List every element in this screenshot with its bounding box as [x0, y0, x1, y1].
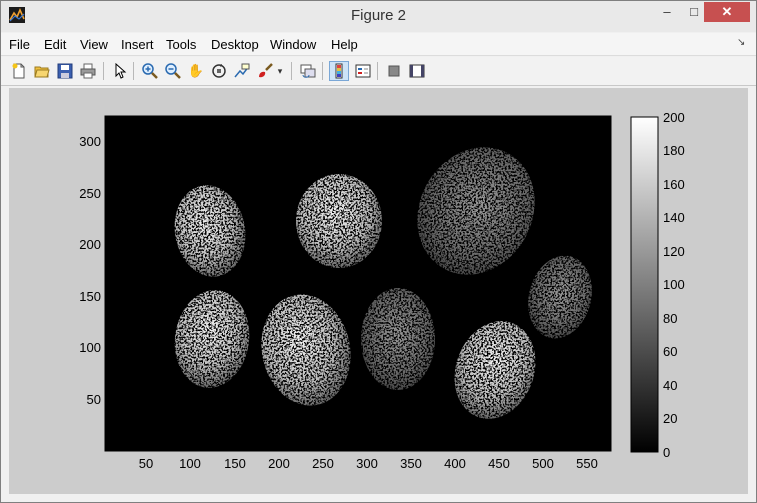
figure-window: Figure 2 – □ ✕ File Edit View Insert Too… [0, 0, 757, 503]
x-tick-label: 350 [400, 456, 422, 471]
minimize-button[interactable]: – [654, 2, 680, 22]
open-file-icon[interactable] [32, 61, 52, 81]
window-title: Figure 2 [350, 7, 407, 24]
colorbar-toggle-icon[interactable] [329, 61, 349, 81]
print-icon[interactable] [78, 61, 98, 81]
x-tick-label: 250 [312, 456, 334, 471]
colorbar-tick-label: 200 [663, 110, 685, 125]
y-tick-label: 250 [79, 186, 101, 201]
close-button[interactable]: ✕ [704, 2, 750, 22]
data-cursor-icon[interactable] [232, 61, 252, 81]
x-tick-label: 400 [444, 456, 466, 471]
colorbar-tick-label: 80 [663, 311, 677, 326]
save-icon[interactable] [55, 61, 75, 81]
zoom-out-icon[interactable] [163, 61, 183, 81]
grain-blob [296, 174, 382, 268]
figure-canvas: 50 100 150 200 250 300 350 400 450 500 5… [9, 88, 748, 494]
x-tick-label: 150 [224, 456, 246, 471]
colorbar-tick-label: 60 [663, 344, 677, 359]
dock-arrow-icon[interactable]: ↘ [737, 37, 745, 48]
x-tick-label: 50 [139, 456, 153, 471]
x-axis: 50 100 150 200 250 300 350 400 450 500 5… [139, 456, 598, 471]
new-figure-icon[interactable] [9, 61, 29, 81]
y-tick-label: 200 [79, 237, 101, 252]
menu-tools[interactable]: Tools [166, 37, 196, 52]
colorbar-tick-label: 40 [663, 378, 677, 393]
rotate-3d-icon[interactable] [209, 61, 229, 81]
toolbar-separator [291, 62, 292, 80]
colorbar-tick-label: 100 [663, 277, 685, 292]
menu-help[interactable]: Help [331, 37, 358, 52]
colorbar-tick-label: 160 [663, 177, 685, 192]
menu-bar: File Edit View Insert Tools Desktop Wind… [1, 33, 756, 56]
colorbar[interactable]: 200 180 160 140 120 100 80 60 40 20 0 [630, 110, 685, 460]
legend-toggle-icon[interactable] [353, 61, 373, 81]
hide-plot-tools-icon[interactable] [384, 61, 404, 81]
y-axis: 300 250 200 150 100 50 [79, 134, 101, 407]
toolbar-separator [377, 62, 378, 80]
zoom-in-icon[interactable] [140, 61, 160, 81]
grain-blob [361, 288, 435, 390]
brush-icon[interactable] [255, 61, 275, 81]
y-tick-label: 100 [79, 340, 101, 355]
x-tick-label: 300 [356, 456, 378, 471]
menu-insert[interactable]: Insert [121, 37, 154, 52]
title-bar[interactable]: Figure 2 – □ ✕ [1, 1, 756, 32]
toolbar-separator [322, 62, 323, 80]
plot-area: 50 100 150 200 250 300 350 400 450 500 5… [79, 110, 685, 471]
x-tick-label: 500 [532, 456, 554, 471]
toolbar-separator [103, 62, 104, 80]
pan-hand-icon[interactable]: ✋ [186, 61, 206, 81]
x-tick-label: 550 [576, 456, 598, 471]
figure-toolbar: ✋ ▾ [1, 57, 756, 86]
menu-file[interactable]: File [9, 37, 30, 52]
x-tick-label: 450 [488, 456, 510, 471]
toolbar-separator [133, 62, 134, 80]
colorbar-tick-label: 0 [663, 445, 670, 460]
menu-view[interactable]: View [80, 37, 108, 52]
x-tick-label: 100 [179, 456, 201, 471]
colorbar-tick-label: 20 [663, 411, 677, 426]
menu-window[interactable]: Window [270, 37, 316, 52]
brush-dropdown-icon[interactable]: ▾ [275, 61, 285, 81]
edit-plot-arrow-icon[interactable] [110, 61, 130, 81]
y-tick-label: 150 [79, 289, 101, 304]
x-tick-label: 200 [268, 456, 290, 471]
show-plot-tools-icon[interactable] [407, 61, 427, 81]
menu-edit[interactable]: Edit [44, 37, 66, 52]
y-tick-label: 300 [79, 134, 101, 149]
link-plot-icon[interactable] [298, 61, 318, 81]
menu-desktop[interactable]: Desktop [211, 37, 259, 52]
colorbar-tick-label: 120 [663, 244, 685, 259]
colorbar-tick-label: 140 [663, 210, 685, 225]
colorbar-tick-label: 180 [663, 143, 685, 158]
y-tick-label: 50 [87, 392, 101, 407]
